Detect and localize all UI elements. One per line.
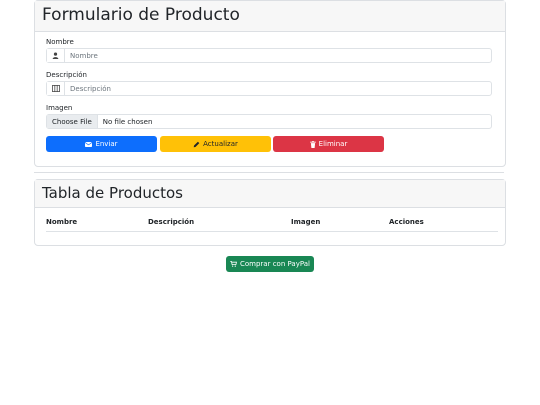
descripcion-label: Descripción [46,71,87,79]
nombre-input[interactable]: Nombre [65,49,491,62]
eliminar-button[interactable]: Eliminar [273,136,384,152]
form-card-header: Formulario de Producto [35,1,505,32]
divider [34,172,504,173]
eliminar-label: Eliminar [318,140,348,148]
nombre-input-group[interactable]: Nombre [46,48,492,63]
columns-icon [47,82,65,95]
nombre-label: Nombre [46,38,74,46]
column-header-imagen: Imagen [291,218,321,226]
enviar-label: Enviar [95,140,118,148]
choose-file-button[interactable]: Choose File [47,115,98,128]
column-header-acciones: Acciones [389,218,424,226]
form-title: Formulario de Producto [42,5,240,25]
actualizar-button[interactable]: Actualizar [160,136,271,152]
actualizar-label: Actualizar [203,140,238,148]
descripcion-input-group[interactable]: Descripción [46,81,492,96]
enviar-button[interactable]: Enviar [46,136,157,152]
imagen-file-input[interactable]: Choose File No file chosen [46,114,492,129]
envelope-icon [85,141,93,147]
table-header-border [46,231,498,232]
product-table-card: Tabla de Productos [34,179,506,246]
cart-icon [230,261,237,267]
pencil-icon [193,141,200,148]
column-header-descripcion: Descripción [148,218,195,226]
descripcion-input[interactable]: Descripción [65,82,491,95]
paypal-label: Comprar con PayPal [240,260,310,268]
paypal-button[interactable]: Comprar con PayPal [226,256,314,272]
table-card-header: Tabla de Productos [35,180,505,208]
file-status: No file chosen [102,117,153,126]
imagen-label: Imagen [46,104,73,112]
user-icon [47,49,65,62]
trash-icon [309,140,316,148]
table-title: Tabla de Productos [42,184,183,202]
column-header-nombre: Nombre [46,218,78,226]
